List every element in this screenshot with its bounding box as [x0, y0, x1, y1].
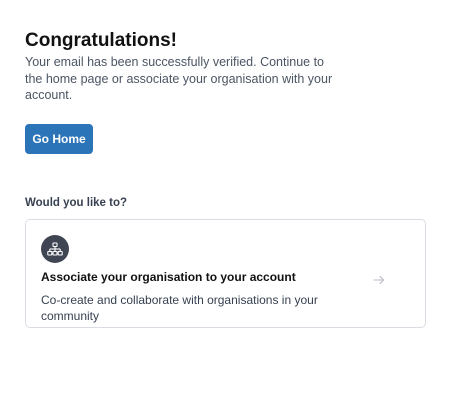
arrow-right-icon [373, 275, 385, 284]
card-title: Associate your organisation to your acco… [41, 269, 296, 284]
options-section-label: Would you like to? [25, 196, 128, 209]
verification-success-panel: Congratulations! Your email has been suc… [25, 30, 428, 328]
card-description: Co-create and collaborate with organisat… [41, 292, 318, 323]
go-home-button[interactable]: Go Home [25, 123, 93, 154]
verification-message: Your email has been successfully verifie… [25, 55, 333, 102]
page-title: Congratulations! [25, 30, 177, 51]
associate-organisation-card[interactable]: Associate your organisation to your acco… [25, 218, 426, 328]
organisation-hierarchy-icon [41, 234, 69, 263]
